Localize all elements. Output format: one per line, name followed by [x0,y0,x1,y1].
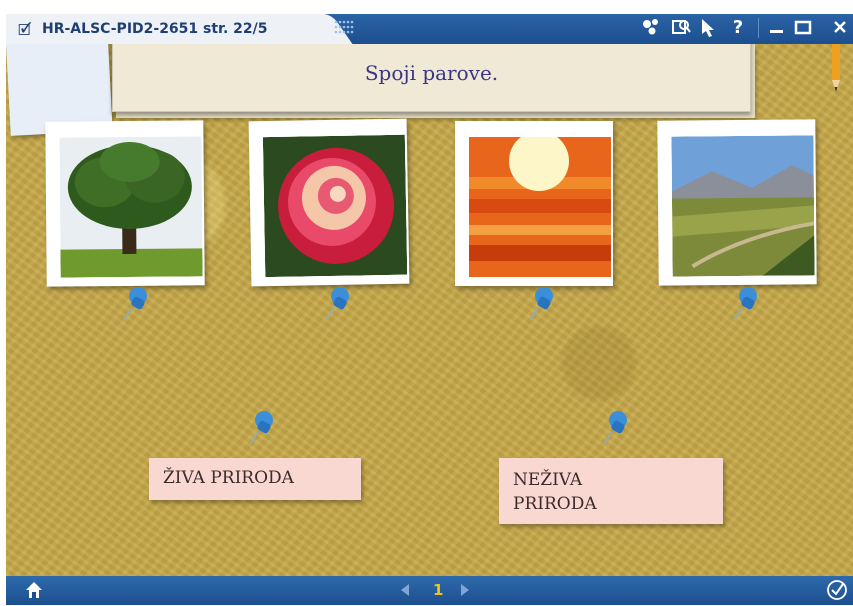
page-number: 1 [433,581,444,599]
document-edit-icon: 🗹 [18,21,32,39]
document-tab[interactable]: 🗹 HR-ALSC-PID2-2651 str. 22/5 [6,14,324,44]
label-line-1: NEŽIVA [513,470,583,490]
next-page-icon[interactable] [459,583,471,601]
pushpin-icon [249,411,273,445]
photo-tree[interactable] [45,120,205,287]
maximize-icon[interactable] [792,16,814,40]
photo-landscape[interactable] [657,119,817,286]
label-neziva-priroda[interactable]: NEŽIVA PRIRODA [499,458,723,524]
pushpin-icon [123,287,147,321]
pushpin-icon [325,287,349,321]
checkmark-icon[interactable] [826,579,848,606]
home-icon[interactable] [24,580,44,605]
pushpin-icon [529,287,553,321]
label-text: ŽIVA PRIRODA [163,468,294,488]
prev-page-icon[interactable] [399,583,411,601]
rose-photo [262,134,408,278]
tools-icon[interactable] [640,16,662,40]
pencil-icon [832,44,840,92]
help-icon[interactable]: ? [727,16,749,40]
label-text: NEŽIVA PRIRODA [513,468,597,516]
grip-handle-icon[interactable] [333,18,359,36]
tree-photo [59,136,203,278]
label-line-2: PRIRODA [513,494,597,514]
valley-landscape-photo [671,135,815,277]
close-icon[interactable] [826,16,853,40]
sunset-photo [469,137,611,277]
photo-rose[interactable] [248,118,410,287]
zoom-icon[interactable] [670,16,692,40]
photo-sunset[interactable] [455,121,613,286]
bottom-bar: 1 [6,576,853,605]
pushpin-icon [603,411,627,445]
cork-board: Spoji parove. ŽIVA PRIRODA NEŽIVA PRIROD… [6,44,853,576]
instruction-paper: Spoji parove. [112,44,751,112]
pointer-icon[interactable] [698,16,720,40]
window-title: HR-ALSC-PID2-2651 str. 22/5 [42,21,268,37]
minimize-icon[interactable] [766,16,788,40]
toolbar-separator [758,18,759,38]
instruction-text: Spoji parove. [364,61,499,85]
label-ziva-priroda[interactable]: ŽIVA PRIRODA [149,458,361,500]
pushpin-icon [733,287,757,321]
